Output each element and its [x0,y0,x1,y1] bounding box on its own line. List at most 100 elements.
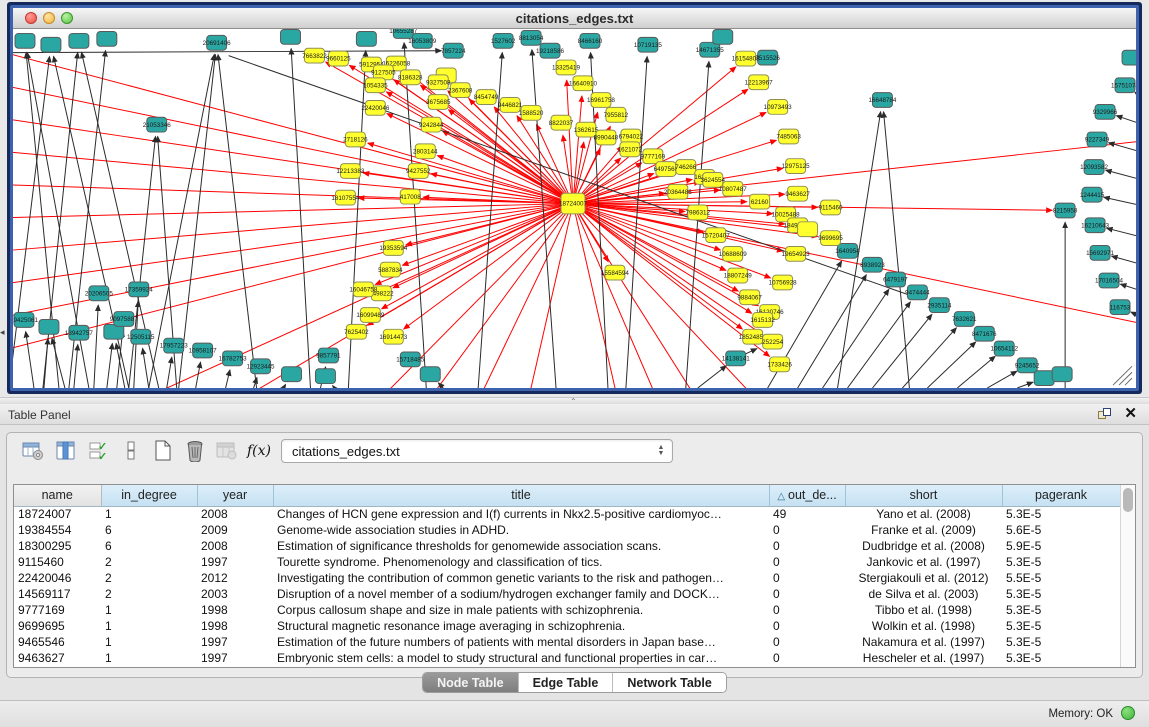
graph-node[interactable] [1052,367,1072,382]
column-header-name[interactable]: name [14,485,101,506]
graph-node[interactable]: 19654923 [782,246,811,261]
graph-node[interactable] [315,369,335,384]
graph-node[interactable]: 20691406 [203,35,232,50]
graph-node[interactable] [41,37,61,52]
graph-node[interactable]: 20206505 [85,286,114,301]
graph-node[interactable]: 16210643 [1081,218,1110,233]
graph-node[interactable]: 12213967 [745,75,774,90]
graph-node[interactable]: 9329966 [1093,104,1118,119]
graph-node[interactable]: 7625402 [344,324,369,339]
network-table-selector[interactable]: citations_edges.txt ▲▼ [281,439,673,463]
graph-node[interactable]: 1054335 [363,78,388,93]
graph-node[interactable]: 417008 [400,189,422,204]
graph-node[interactable] [39,319,59,334]
graph-node[interactable]: 10756928 [769,275,798,290]
graph-node[interactable] [713,29,733,44]
graph-node[interactable]: 16099489 [356,308,385,323]
table-row[interactable]: 1872400712008Changes of HCN gene express… [14,506,1120,522]
column-header-short[interactable]: short [845,485,1002,506]
graph-node[interactable]: 12505115 [127,329,155,344]
graph-node[interactable]: 8822037 [549,115,574,130]
graph-node[interactable] [356,31,376,46]
graph-node[interactable]: 10654112 [990,341,1018,356]
graph-node[interactable]: 1244415 [1080,187,1105,202]
close-panel-icon[interactable]: ✕ [1124,406,1137,422]
column-header-pagerank[interactable]: pagerank [1002,485,1120,506]
graph-node[interactable]: 9660125 [326,51,351,66]
tab-node-table[interactable]: Node Table [423,673,518,692]
graph-node[interactable]: 6479197 [883,272,908,287]
table-row[interactable]: 911546021997Tourette syndrome. Phenomeno… [14,554,1120,570]
graph-node[interactable]: 2803144 [413,144,438,159]
graph-node[interactable]: 19425061 [13,313,38,328]
column-header-out_de[interactable]: △out_de... [769,485,845,506]
graph-node[interactable]: 12923445 [247,359,276,374]
graph-node[interactable]: 7663822 [302,48,327,63]
graph-node[interactable]: 9427552 [406,164,431,179]
graph-node[interactable] [281,29,301,44]
graph-node[interactable]: 16648784 [868,93,897,108]
graph-node[interactable]: 14138141 [722,351,751,366]
table-row[interactable]: 1830029562008Estimation of significance … [14,538,1120,554]
graph-node[interactable]: 10807487 [719,181,748,196]
function-builder-button[interactable]: f(x) [246,438,272,464]
graph-node[interactable]: 7857224 [441,43,466,58]
graph-node[interactable]: 116753 [1110,300,1131,315]
graph-node[interactable]: 21053346 [143,117,172,132]
graph-node[interactable]: 9242844 [419,117,444,132]
delete-column-button[interactable] [182,438,208,464]
left-splitter-strip[interactable]: ◂ [0,0,7,397]
graph-node[interactable]: 7986312 [686,205,711,220]
graph-node[interactable]: 62160 [750,194,770,209]
graph-node[interactable]: 5887834 [378,262,403,277]
graph-node[interactable]: 16154808 [732,51,761,66]
table-row[interactable]: 2242004622012Investigating the contribut… [14,570,1120,586]
graph-node[interactable]: 12213383 [336,164,365,179]
graph-node[interactable]: 8471676 [972,326,997,341]
graph-node[interactable]: 1621072 [618,142,643,157]
graph-node[interactable] [15,33,35,48]
graph-node[interactable]: 2935114 [927,298,952,313]
graph-node[interactable]: 9884067 [737,290,762,305]
table-row[interactable]: 946362711997Embryonic stem cells: a mode… [14,650,1120,666]
select-rows-button[interactable]: ✓✓ [86,438,112,464]
graph-node[interactable] [282,367,302,382]
horizontal-splitter[interactable]: ⌃ [0,397,1149,404]
graph-node[interactable]: 10958107 [189,343,218,358]
table-row[interactable]: 1938455462009Genome-wide association stu… [14,522,1120,538]
import-table-button[interactable] [214,438,240,464]
table-row[interactable]: 946554611997Estimation of the future num… [14,634,1120,650]
graph-node[interactable]: 9463627 [785,186,810,201]
graph-node[interactable]: 90975887 [110,312,139,327]
vertical-scrollbar[interactable] [1120,485,1135,667]
graph-node[interactable]: 15751074 [1111,78,1136,93]
graph-node[interactable]: 8215958 [1053,203,1078,218]
graph-node[interactable]: 19353594 [379,241,408,256]
tab-edge-table[interactable]: Edge Table [519,673,614,692]
graph-node[interactable]: 9227349 [1085,132,1110,147]
graph-node[interactable]: 17957223 [160,338,189,353]
graph-node[interactable]: 8454749 [474,90,499,105]
graph-node[interactable]: 12093582 [1080,160,1109,175]
table-row[interactable]: 1456911722003Disruption of a novel membe… [14,586,1120,602]
graph-node[interactable]: 18107554 [331,190,360,205]
graph-node[interactable]: 8466160 [578,33,603,48]
graph-node[interactable]: 252254 [762,334,784,349]
graph-node[interactable]: 13942757 [65,325,94,340]
graph-node[interactable]: 8938923 [860,257,885,272]
collapse-left-icon[interactable]: ◂ [0,328,5,337]
graph-node[interactable]: 16782753 [219,351,248,366]
graph-node[interactable]: 10688609 [719,246,748,261]
graph-node[interactable]: 8990448 [594,130,619,145]
graph-node[interactable]: 15692971 [1086,245,1115,260]
graph-node[interactable]: 17016504 [1095,273,1124,288]
table-row[interactable]: 969969511998Structural magnetic resonanc… [14,618,1120,634]
graph-node[interactable]: 2718126 [343,132,368,147]
graph-node[interactable]: 746266 [675,160,697,175]
graph-node[interactable]: 1527602 [491,33,516,48]
graph-node[interactable]: 9857791 [316,348,341,363]
graph-node[interactable]: 18724007 [559,193,588,214]
window-titlebar[interactable]: citations_edges.txt [13,8,1136,29]
graph-node[interactable]: 20364486 [664,184,693,199]
graph-node[interactable] [97,31,117,46]
